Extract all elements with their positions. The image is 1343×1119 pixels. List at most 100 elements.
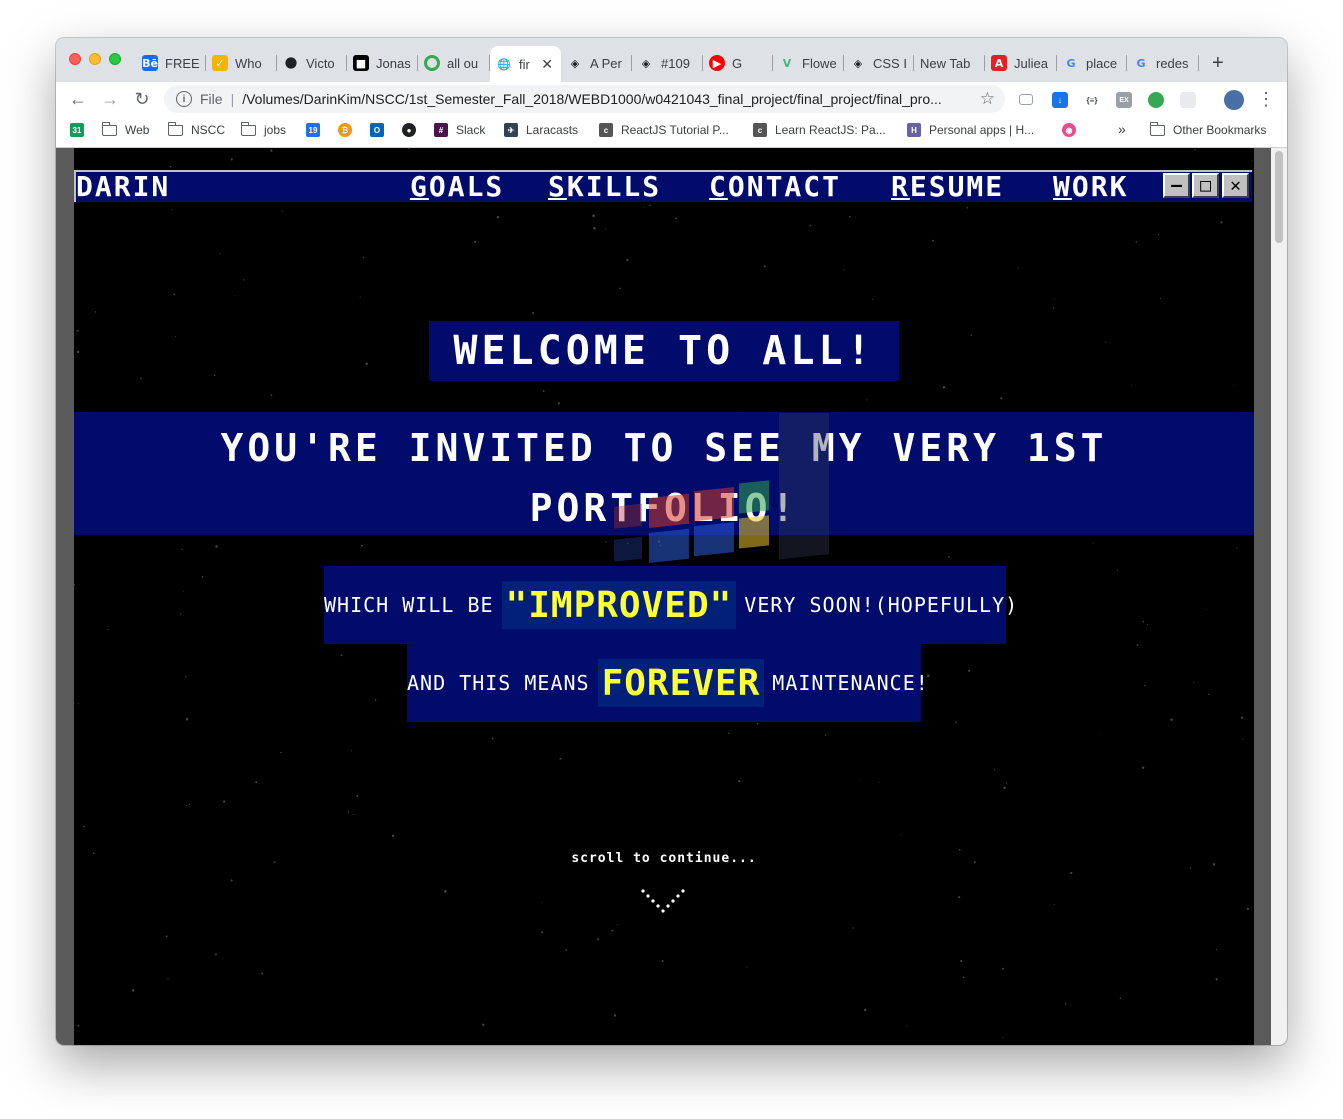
tab-strip: Bē FREE ✓ Who Victo ■ Jonas all ou 🌐 fir ✕ ◈ A Per ◈ #…: [56, 38, 1287, 82]
nav-link-rest: ORK: [1071, 170, 1129, 203]
close-window-button[interactable]: [69, 53, 81, 65]
forever-after-text: MAINTENANCE!: [772, 671, 929, 695]
chevron-down-icon[interactable]: [640, 888, 688, 918]
bookmark-2[interactable]: NSCC: [167, 121, 225, 137]
new-tab-button[interactable]: +: [1212, 52, 1224, 75]
codepen-icon: ◈: [641, 56, 651, 70]
bookmark-star-icon[interactable]: ☆: [980, 89, 995, 109]
bookmark-label: Web: [125, 123, 150, 137]
bookmark-label: jobs: [264, 123, 287, 137]
tab-3[interactable]: ■ Jonas: [347, 48, 418, 78]
cast-icon[interactable]: [1019, 94, 1033, 105]
download-extension-icon[interactable]: ↓: [1052, 92, 1068, 108]
bookmark-11[interactable]: c Learn ReactJS: Pa...: [753, 123, 886, 137]
reload-button[interactable]: ↻: [130, 87, 154, 111]
bookmark-9[interactable]: ✈ Laracasts: [504, 123, 578, 137]
profile-avatar[interactable]: [1224, 90, 1244, 110]
bookmark-3[interactable]: jobs: [240, 121, 287, 137]
scrollbar-thumb[interactable]: [1275, 151, 1283, 243]
other-bookmarks-folder[interactable]: Other Bookmarks: [1149, 121, 1266, 137]
bookmark-10[interactable]: c ReactJS Tutorial P...: [599, 123, 729, 137]
tab-7[interactable]: ◈ #109: [632, 48, 703, 78]
bookmark-5[interactable]: ₿: [338, 123, 360, 137]
ex-extension-icon[interactable]: EX: [1116, 92, 1132, 108]
nav-link-initial: W: [1053, 170, 1072, 203]
tab-0[interactable]: Bē FREE: [136, 48, 206, 78]
nav-link-goals[interactable]: GOALS: [410, 173, 504, 201]
nav-link-rest: KILLS: [566, 170, 662, 203]
tab-6[interactable]: ◈ A Per: [561, 48, 632, 78]
tab-label: CSS I: [873, 55, 907, 71]
zoom-window-button[interactable]: [109, 53, 121, 65]
bookmark-0[interactable]: 31: [70, 123, 92, 137]
tab-8[interactable]: ▶ G: [703, 48, 773, 78]
dribbble-icon: ◉: [1062, 123, 1076, 137]
tab-14[interactable]: Gredes: [1127, 48, 1199, 78]
tab-2[interactable]: Victo: [277, 48, 347, 78]
codepen-icon: ◈: [853, 56, 863, 70]
more-bookmarks-button[interactable]: »: [1118, 121, 1126, 137]
nav-link-initial: C: [709, 170, 728, 203]
address-bar[interactable]: i File | /Volumes/DarinKim/NSCC/1st_Seme…: [164, 85, 1005, 113]
viewport: DARIN GOALS SKILLS CONTACT RESUME WORK — □ ✕…: [56, 148, 1287, 1045]
tab-12[interactable]: A Juliea: [985, 48, 1057, 78]
tab-label: #109: [661, 55, 690, 71]
chat-extension-icon[interactable]: [1148, 92, 1164, 108]
nav-link-work[interactable]: WORK: [1053, 173, 1128, 201]
slack-icon: #: [434, 123, 448, 137]
tab-label: all ou: [447, 55, 479, 71]
close-icon[interactable]: ✕: [1222, 173, 1249, 198]
forever-line: AND THIS MEANS FOREVER MAINTENANCE!: [407, 644, 928, 722]
improved-highlight: "IMPROVED": [501, 581, 737, 629]
scrollbar[interactable]: [1271, 148, 1287, 1045]
minimize-icon[interactable]: —: [1163, 173, 1190, 198]
tab-label: place: [1086, 55, 1118, 71]
maximize-icon[interactable]: □: [1192, 173, 1219, 198]
bookmark-13[interactable]: ◉: [1062, 123, 1084, 137]
nav-link-rest: ESUME: [909, 170, 1005, 203]
nav-link-resume[interactable]: RESUME: [891, 173, 1004, 201]
improved-line: WHICH WILL BE "IMPROVED" VERY SOON!(HOPE…: [324, 566, 1017, 644]
bookmark-4[interactable]: 19: [306, 123, 328, 137]
close-tab-icon[interactable]: ✕: [541, 56, 553, 73]
nav-link-skills[interactable]: SKILLS: [548, 173, 661, 201]
bookmark-1[interactable]: Web: [101, 121, 150, 137]
vue-icon: V: [782, 56, 792, 70]
tab-label: A Per: [590, 55, 622, 71]
tab-5[interactable]: 🌐 fir ✕: [490, 46, 561, 82]
bookmark-label: ReactJS Tutorial P...: [621, 123, 729, 137]
nav-link-contact[interactable]: CONTACT: [709, 173, 841, 201]
tab-1[interactable]: ✓ Who: [206, 48, 277, 78]
folder-icon: [240, 121, 256, 136]
json-extension-icon[interactable]: {≡}: [1084, 92, 1100, 108]
improved-after-text: VERY SOON!(HOPEFULLY): [744, 593, 1019, 617]
tab-label: New Tab: [920, 55, 971, 71]
react-extension-icon[interactable]: [1180, 92, 1196, 108]
folder-icon: [101, 121, 117, 136]
back-button[interactable]: ←: [66, 87, 90, 111]
bookmark-label: Slack: [456, 123, 486, 137]
tab-11[interactable]: New Tab: [914, 48, 985, 78]
calendar-green-icon: 31: [70, 123, 84, 137]
tab-9[interactable]: V Flowe: [773, 48, 844, 78]
bookmark-7[interactable]: ●: [402, 123, 424, 137]
nav-link-initial: R: [891, 170, 910, 203]
menu-button[interactable]: ⋮: [1254, 87, 1278, 111]
minimize-window-button[interactable]: [89, 53, 101, 65]
adobe-icon: A: [991, 55, 1007, 71]
forward-button[interactable]: →: [98, 87, 122, 111]
folder-icon: [1149, 121, 1165, 136]
tab-label: FREE: [165, 55, 200, 71]
tab-10[interactable]: ◈ CSS I: [844, 48, 914, 78]
tab-13[interactable]: Gplace: [1057, 48, 1127, 78]
bookmark-6[interactable]: O: [370, 123, 392, 137]
google-icon: G: [1136, 56, 1146, 70]
bookmark-8[interactable]: # Slack: [434, 123, 485, 137]
site-brand[interactable]: DARIN: [76, 173, 170, 201]
url-text[interactable]: /Volumes/DarinKim/NSCC/1st_Semester_Fall…: [242, 91, 982, 107]
tab-label: Juliea: [1014, 55, 1048, 71]
bookmark-12[interactable]: H Personal apps | H...: [907, 123, 1034, 137]
browser-window: Bē FREE ✓ Who Victo ■ Jonas all ou 🌐 fir ✕ ◈ A Per ◈ #…: [56, 38, 1287, 1045]
tab-4[interactable]: all ou: [418, 48, 490, 78]
info-icon[interactable]: i: [176, 91, 192, 107]
